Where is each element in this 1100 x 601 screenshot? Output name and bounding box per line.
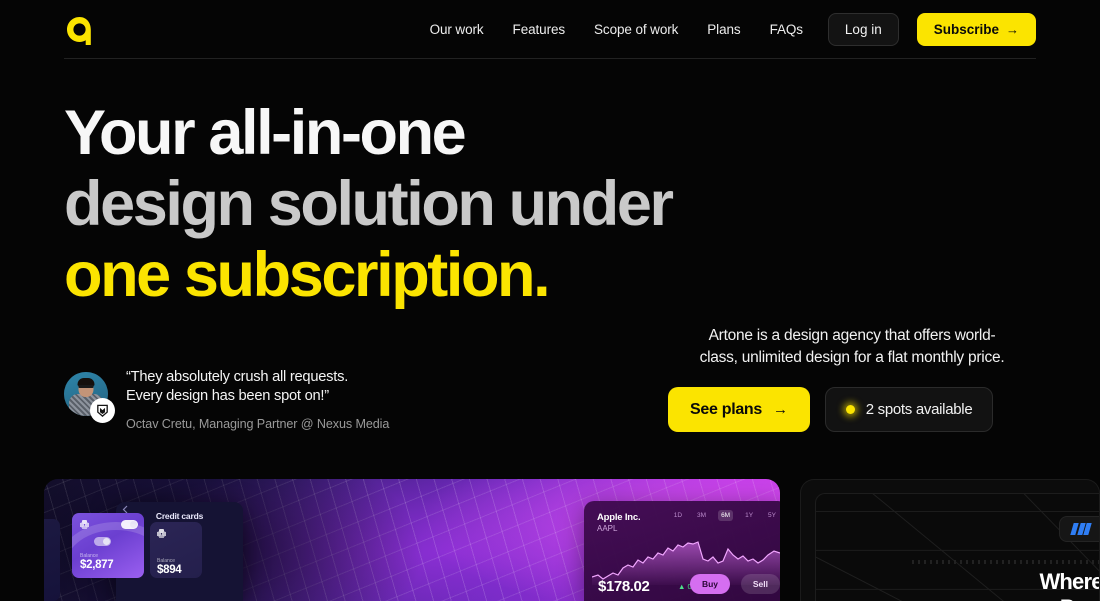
nav-link-scope-of-work[interactable]: Scope of work [594,22,678,37]
primary-balance-value: $2,877 [80,559,114,571]
nav-link-features[interactable]: Features [513,22,566,37]
testimonial-attribution: Octav Cretu, Managing Partner @ Nexus Me… [126,417,390,431]
stock-range-1y[interactable]: 1Y [742,510,756,521]
see-plans-label: See plans [690,400,763,418]
pitch-line-1: Artone is a design agency that offers wo… [708,327,996,344]
dark-card-inner: Features Where Re Powe [815,493,1100,601]
stock-buy-button[interactable]: Buy [689,574,730,594]
dark-card-headline: Where Re Powe [946,569,1100,601]
dark-card-dotted-rule [912,560,1099,564]
showcase-cards: Credit cards Balance $894 Balance $2,877… [0,479,1100,601]
nav-link-our-work[interactable]: Our work [430,22,484,37]
testimonial-quote-line-2: Every design has been spot on!” [126,388,329,404]
testimonial-quote-line-1: “They absolutely crush all requests. [126,369,349,385]
see-plans-button[interactable]: See plans → [668,387,810,432]
top-navigation-bar: Our work Features Scope of work Plans FA… [0,0,1100,59]
status-dot-icon [845,405,855,414]
artone-a-logo-icon [65,15,95,47]
dark-card-headline-line-1: Where Re [1039,569,1100,594]
avatar [64,372,115,423]
diamond-dots-icon [157,529,166,538]
stock-range-5y[interactable]: 5Y [765,510,779,521]
subscribe-label: Subscribe [933,22,999,37]
landing-page: Our work Features Scope of work Plans FA… [0,0,1100,601]
card-toggle[interactable] [121,520,138,529]
stock-sell-button[interactable]: Sell [740,574,780,594]
dark-card-headline-line-2: Powe [946,595,1099,601]
hero-headline: Your all-in-one design solution under on… [64,98,674,311]
stock-range-tabs: 1D 3M 6M 1Y 5Y [671,510,779,521]
stock-range-3m[interactable]: 3M [694,510,709,521]
stock-ticker: AAPL [597,524,618,533]
pitch-line-2: class, unlimited design for a flat month… [699,349,1005,366]
spots-available-label: 2 spots available [865,401,973,418]
primary-balance-label: Balance [80,553,99,559]
showcase-card-dark[interactable]: Features Where Re Powe [800,479,1100,601]
nav-right-group: Our work Features Scope of work Plans FA… [430,0,1036,59]
cta-row: See plans → 2 spots available [668,387,1036,432]
testimonial: “They absolutely crush all requests. Eve… [64,368,389,431]
stock-company-name: Apple Inc. [597,512,641,523]
login-button[interactable]: Log in [827,13,899,46]
showcase-card-finance[interactable]: Credit cards Balance $894 Balance $2,877… [44,479,780,601]
subscribe-button[interactable]: Subscribe → [916,13,1036,46]
testimonial-text: “They absolutely crush all requests. Eve… [126,368,389,431]
nexus-media-monogram-m-icon [90,398,115,423]
stock-range-6m[interactable]: 6M [718,510,734,521]
pitch-column: Artone is a design agency that offers wo… [668,325,1036,432]
artone-logo[interactable] [64,15,96,47]
hero-headline-line-2: design solution under [64,169,674,239]
secondary-balance-value: $894 [157,564,182,576]
stock-range-1d[interactable]: 1D [671,510,685,521]
showcase-card-stock[interactable]: Apple Inc. AAPL 1D 3M 6M 1Y 5Y $178.02 ▲… [584,501,780,601]
dark-card-nav: Features [1059,516,1099,542]
spots-available-badge[interactable]: 2 spots available [824,387,994,432]
credit-card-behind [44,519,60,601]
diamond-dots-icon [80,520,89,529]
blue-slash-logo-icon [1070,523,1093,535]
stock-price: $178.02 [598,578,650,595]
nav-link-faqs[interactable]: FAQs [770,22,803,37]
hero-headline-line-1: Your all-in-one [64,98,467,168]
credit-card-secondary[interactable]: Balance $894 [150,522,202,578]
arrow-right-icon: → [773,401,788,418]
nav-divider [64,58,1036,59]
arrow-right-icon: → [1006,22,1019,37]
card-toggle-secondary[interactable] [94,537,111,546]
hero-headline-line-3: one subscription. [64,240,551,310]
nav-link-plans[interactable]: Plans [707,22,740,37]
